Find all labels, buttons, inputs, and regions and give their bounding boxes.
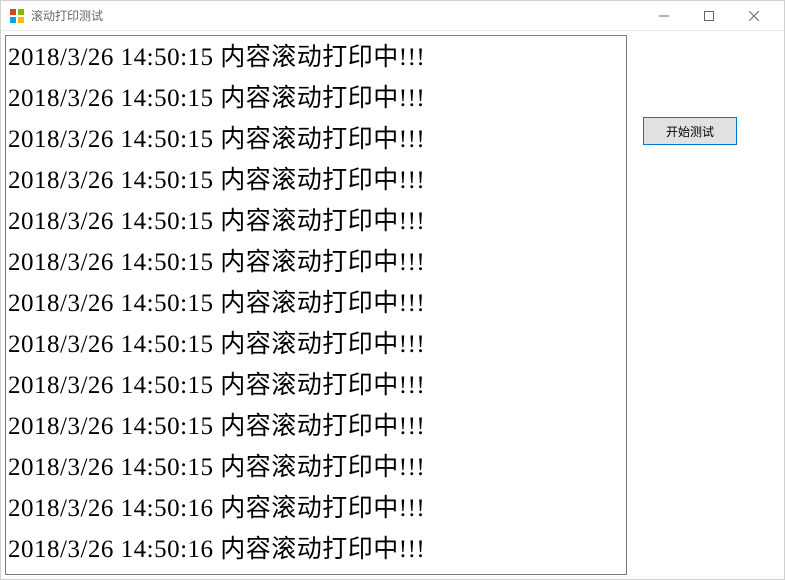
- close-button[interactable]: [731, 1, 776, 31]
- log-line: 2018/3/26 14:50:15 内容滚动打印中!!!: [8, 324, 624, 365]
- log-line: 2018/3/26 14:50:15 内容滚动打印中!!!: [8, 119, 624, 160]
- window-title: 滚动打印测试: [31, 7, 641, 24]
- title-bar: 滚动打印测试: [1, 1, 784, 31]
- log-line: 2018/3/26 14:50:15 内容滚动打印中!!!: [8, 78, 624, 119]
- log-line: 2018/3/26 14:50:15 内容滚动打印中!!!: [8, 283, 624, 324]
- log-line: 2018/3/26 14:50:15 内容滚动打印中!!!: [8, 242, 624, 283]
- window-controls: [641, 1, 776, 31]
- log-line: 2018/3/26 14:50:15 内容滚动打印中!!!: [8, 447, 624, 488]
- maximize-button[interactable]: [686, 1, 731, 31]
- app-window: 滚动打印测试 2018/3/26 14:50:15 内容滚动打印中!!!2018…: [0, 0, 785, 580]
- log-line: 2018/3/26 14:50:15 内容滚动打印中!!!: [8, 37, 624, 78]
- log-output[interactable]: 2018/3/26 14:50:15 内容滚动打印中!!!2018/3/26 1…: [5, 35, 627, 575]
- right-panel: 开始测试: [637, 35, 780, 575]
- log-line: 2018/3/26 14:50:15 内容滚动打印中!!!: [8, 406, 624, 447]
- log-line: 2018/3/26 14:50:16 内容滚动打印中!!!: [8, 529, 624, 570]
- minimize-button[interactable]: [641, 1, 686, 31]
- log-line: 2018/3/26 14:50:15 内容滚动打印中!!!: [8, 365, 624, 406]
- app-icon: [9, 8, 25, 24]
- start-test-button[interactable]: 开始测试: [643, 117, 737, 145]
- log-line: 2018/3/26 14:50:16 内容滚动打印中!!!: [8, 488, 624, 529]
- log-line: 2018/3/26 14:50:15 内容滚动打印中!!!: [8, 201, 624, 242]
- log-line: 2018/3/26 14:50:15 内容滚动打印中!!!: [8, 160, 624, 201]
- client-area: 2018/3/26 14:50:15 内容滚动打印中!!!2018/3/26 1…: [1, 31, 784, 579]
